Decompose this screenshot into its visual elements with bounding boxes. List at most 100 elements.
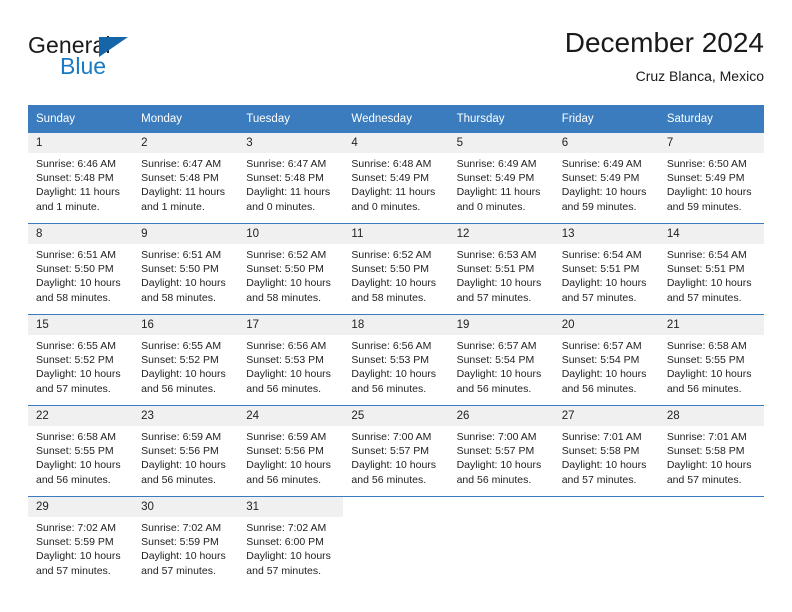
calendar-day-cell[interactable]: 29 Sunrise: 7:02 AM Sunset: 5:59 PM Dayligh… — [28, 496, 134, 587]
calendar-week-row: 22 Sunrise: 6:58 AM Sunset: 5:55 PM Dayligh… — [28, 405, 764, 497]
sunset-text: Sunset: 5:51 PM — [561, 263, 640, 276]
sunrise-text: Sunrise: 6:55 AM — [36, 340, 116, 352]
day-details: Sunrise: 6:58 AM Sunset: 5:55 PM Daylight:… — [659, 335, 764, 396]
calendar-day-cell[interactable]: 15 Sunrise: 6:55 AM Sunset: 5:52 PM Dayligh… — [28, 314, 134, 406]
sunset-text: Sunset: 5:59 PM — [36, 536, 114, 549]
calendar-day-cell[interactable]: 10 Sunrise: 6:52 AM Sunset: 5:50 PM Dayligh… — [238, 223, 344, 315]
calendar-day-cell[interactable]: 27 Sunrise: 7:01 AM Sunset: 5:58 PM Dayligh… — [553, 405, 659, 497]
day-number — [658, 497, 764, 517]
calendar-body: 1 Sunrise: 6:46 AM Sunset: 5:48 PM Daylight… — [28, 133, 764, 587]
calendar-day-cell[interactable]: 26 Sunrise: 7:00 AM Sunset: 5:57 PM Dayligh… — [448, 405, 554, 497]
calendar-week-row: 1 Sunrise: 6:46 AM Sunset: 5:48 PM Daylight… — [28, 133, 764, 224]
day-number: 31 — [238, 497, 344, 517]
calendar-day-cell[interactable]: 30 Sunrise: 7:02 AM Sunset: 5:59 PM Dayligh… — [133, 496, 239, 587]
daylight-text: Daylight: 10 hours and 56 minutes. — [141, 459, 226, 486]
calendar-day-cell-empty — [553, 496, 659, 587]
day-details: Sunrise: 7:02 AM Sunset: 5:59 PM Daylight:… — [133, 517, 238, 578]
calendar-day-cell[interactable]: 22 Sunrise: 6:58 AM Sunset: 5:55 PM Dayligh… — [28, 405, 134, 497]
sunset-text: Sunset: 5:54 PM — [561, 354, 640, 367]
sunset-text: Sunset: 5:48 PM — [246, 172, 324, 185]
brand-logo[interactable]: General Blue — [28, 32, 258, 88]
day-number: 10 — [238, 224, 344, 244]
day-number: 4 — [343, 133, 449, 153]
calendar-day-cell[interactable]: 25 Sunrise: 7:00 AM Sunset: 5:57 PM Dayligh… — [343, 405, 449, 497]
calendar-day-cell[interactable]: 31 Sunrise: 7:02 AM Sunset: 6:00 PM Dayligh… — [238, 496, 344, 587]
sunset-text: Sunset: 5:50 PM — [351, 263, 430, 276]
day-details: Sunrise: 6:46 AM Sunset: 5:48 PM Daylight:… — [28, 153, 133, 214]
day-number — [448, 497, 554, 517]
calendar-day-cell[interactable]: 21 Sunrise: 6:58 AM Sunset: 5:55 PM Dayligh… — [658, 314, 764, 406]
daylight-text: Daylight: 10 hours and 56 minutes. — [141, 368, 226, 395]
calendar-day-cell[interactable]: 13 Sunrise: 6:54 AM Sunset: 5:51 PM Dayligh… — [553, 223, 659, 315]
daylight-text: Daylight: 10 hours and 57 minutes. — [561, 459, 647, 486]
calendar-day-cell[interactable]: 17 Sunrise: 6:56 AM Sunset: 5:53 PM Dayligh… — [238, 314, 344, 406]
calendar-day-cell[interactable]: 16 Sunrise: 6:55 AM Sunset: 5:52 PM Dayligh… — [133, 314, 239, 406]
daylight-text: Daylight: 10 hours and 56 minutes. — [666, 368, 752, 395]
day-details: Sunrise: 6:56 AM Sunset: 5:53 PM Daylight:… — [238, 335, 343, 396]
day-details: Sunrise: 6:47 AM Sunset: 5:48 PM Daylight:… — [133, 153, 238, 214]
daylight-text: Daylight: 10 hours and 57 minutes. — [561, 277, 647, 304]
calendar-day-cell[interactable]: 11 Sunrise: 6:52 AM Sunset: 5:50 PM Dayligh… — [343, 223, 449, 315]
day-number: 1 — [28, 133, 134, 153]
day-details: Sunrise: 6:55 AM Sunset: 5:52 PM Daylight:… — [133, 335, 238, 396]
day-details: Sunrise: 6:55 AM Sunset: 5:52 PM Daylight:… — [28, 335, 133, 396]
day-details: Sunrise: 6:51 AM Sunset: 5:50 PM Daylight:… — [133, 244, 238, 305]
sunrise-text: Sunrise: 7:02 AM — [246, 522, 327, 534]
sunset-text: Sunset: 5:58 PM — [666, 445, 745, 458]
daylight-text: Daylight: 10 hours and 56 minutes. — [561, 368, 647, 395]
calendar-day-cell[interactable]: 8 Sunrise: 6:51 AM Sunset: 5:50 PM Daylight… — [28, 223, 134, 315]
sunset-text: Sunset: 5:55 PM — [666, 354, 745, 367]
calendar-day-cell[interactable]: 23 Sunrise: 6:59 AM Sunset: 5:56 PM Dayligh… — [133, 405, 239, 497]
day-number: 15 — [28, 315, 134, 335]
daylight-text: Daylight: 10 hours and 57 minutes. — [666, 459, 752, 486]
calendar-day-cell[interactable]: 3 Sunrise: 6:47 AM Sunset: 5:48 PM Daylight… — [238, 133, 344, 224]
calendar-day-cell[interactable]: 20 Sunrise: 6:57 AM Sunset: 5:54 PM Dayligh… — [553, 314, 659, 406]
day-details: Sunrise: 6:49 AM Sunset: 5:49 PM Daylight:… — [449, 153, 554, 214]
calendar-day-cell[interactable]: 18 Sunrise: 6:56 AM Sunset: 5:53 PM Dayligh… — [343, 314, 449, 406]
daylight-text: Daylight: 10 hours and 56 minutes. — [246, 459, 331, 486]
calendar-day-cell[interactable]: 6 Sunrise: 6:49 AM Sunset: 5:49 PM Daylight… — [553, 133, 659, 224]
page-title: December 2024 — [564, 27, 764, 58]
calendar-week-row: 8 Sunrise: 6:51 AM Sunset: 5:50 PM Daylight… — [28, 223, 764, 315]
daylight-text: Daylight: 10 hours and 58 minutes. — [246, 277, 331, 304]
calendar-day-cell[interactable]: 1 Sunrise: 6:46 AM Sunset: 5:48 PM Daylight… — [28, 133, 134, 224]
daylight-text: Daylight: 10 hours and 56 minutes. — [36, 459, 121, 486]
sunrise-text: Sunrise: 6:47 AM — [141, 158, 222, 170]
sunset-text: Sunset: 5:49 PM — [351, 172, 430, 185]
daylight-text: Daylight: 10 hours and 56 minutes. — [456, 368, 542, 395]
sunset-text: Sunset: 5:51 PM — [456, 263, 535, 276]
calendar-table: Sunday Monday Tuesday Wednesday Thursday… — [28, 105, 764, 587]
sunset-text: Sunset: 5:56 PM — [141, 445, 219, 458]
calendar-day-cell[interactable]: 12 Sunrise: 6:53 AM Sunset: 5:51 PM Dayligh… — [448, 223, 554, 315]
day-number: 9 — [133, 224, 239, 244]
calendar-day-cell[interactable]: 7 Sunrise: 6:50 AM Sunset: 5:49 PM Daylight… — [658, 133, 764, 224]
sunrise-text: Sunrise: 6:58 AM — [666, 340, 747, 352]
sunrise-text: Sunrise: 6:51 AM — [36, 249, 116, 261]
sunset-text: Sunset: 5:50 PM — [141, 263, 219, 276]
calendar-day-cell[interactable]: 14 Sunrise: 6:54 AM Sunset: 5:51 PM Dayligh… — [658, 223, 764, 315]
calendar-day-cell[interactable]: 5 Sunrise: 6:49 AM Sunset: 5:49 PM Daylight… — [448, 133, 554, 224]
day-number: 3 — [238, 133, 344, 153]
day-number: 8 — [28, 224, 134, 244]
day-number: 2 — [133, 133, 239, 153]
calendar-grid: Sunday Monday Tuesday Wednesday Thursday… — [28, 105, 764, 587]
calendar-day-cell[interactable]: 2 Sunrise: 6:47 AM Sunset: 5:48 PM Daylight… — [133, 133, 239, 224]
daylight-text: Daylight: 10 hours and 58 minutes. — [351, 277, 437, 304]
sunset-text: Sunset: 5:49 PM — [666, 172, 745, 185]
calendar-day-cell[interactable]: 24 Sunrise: 6:59 AM Sunset: 5:56 PM Dayligh… — [238, 405, 344, 497]
daylight-text: Daylight: 10 hours and 57 minutes. — [141, 550, 226, 577]
day-details: Sunrise: 6:59 AM Sunset: 5:56 PM Daylight:… — [238, 426, 343, 487]
sunrise-text: Sunrise: 7:02 AM — [36, 522, 116, 534]
day-number: 13 — [553, 224, 659, 244]
day-number: 22 — [28, 406, 134, 426]
calendar-day-cell[interactable]: 9 Sunrise: 6:51 AM Sunset: 5:50 PM Daylight… — [133, 223, 239, 315]
calendar-day-cell[interactable]: 19 Sunrise: 6:57 AM Sunset: 5:54 PM Dayligh… — [448, 314, 554, 406]
page-header: General Blue December 2024 Cruz Blanca, … — [28, 26, 764, 94]
calendar-header-row: Sunday Monday Tuesday Wednesday Thursday… — [28, 105, 764, 133]
sunrise-text: Sunrise: 6:54 AM — [666, 249, 747, 261]
calendar-day-cell[interactable]: 28 Sunrise: 7:01 AM Sunset: 5:58 PM Dayligh… — [658, 405, 764, 497]
weekday-header-thursday: Thursday — [448, 105, 554, 133]
sunrise-text: Sunrise: 6:58 AM — [36, 431, 116, 443]
sunset-text: Sunset: 5:53 PM — [351, 354, 430, 367]
calendar-day-cell[interactable]: 4 Sunrise: 6:48 AM Sunset: 5:49 PM Daylight… — [343, 133, 449, 224]
